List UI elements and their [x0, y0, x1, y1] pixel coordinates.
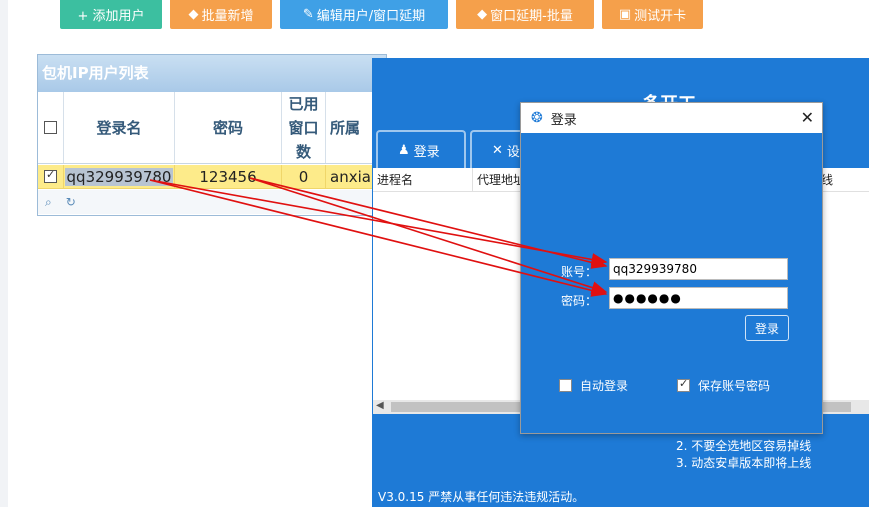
batch-add-label: 批量新增	[201, 9, 254, 24]
notes: 2. 不要全选地区容易掉线 3. 动态安卓版本即将上线	[676, 438, 811, 472]
refresh-icon[interactable]: ↻	[66, 195, 76, 209]
user-grid-panel: 包机IP用户列表 登录名 密码 已用窗口数 所属 qq329939780 123…	[37, 54, 387, 216]
grid-title: 包机IP用户列表	[38, 55, 386, 92]
auto-login-option[interactable]: 自动登录	[559, 377, 628, 394]
login-dialog: ❂ 登录 ✕ 账号： qq329939780 密码： ●●●●●● 登录 自动登…	[520, 102, 823, 434]
password-label: 密码：	[561, 294, 598, 308]
batch-add-button[interactable]: ◆ 批量新增	[170, 0, 272, 29]
header-used-label: 已用窗口数	[288, 94, 319, 161]
row-select-cell[interactable]	[38, 165, 64, 188]
grid-header: 登录名 密码 已用窗口数 所属	[38, 92, 386, 164]
password-field[interactable]: ●●●●●●	[609, 287, 788, 309]
cell-used: 0	[282, 165, 326, 188]
edit-user-label: 编辑用户/窗口延期	[316, 9, 426, 24]
file-icon: ▣	[618, 7, 632, 22]
tab-settings-label: 设	[506, 144, 520, 160]
add-user-button[interactable]: + 添加用户	[60, 0, 162, 29]
select-all-checkbox[interactable]	[44, 121, 57, 134]
save-password-label: 保存账号密码	[698, 379, 771, 393]
tab-login-label: 登录	[413, 144, 440, 160]
app-logo-icon: ❂	[531, 110, 543, 126]
tab-login[interactable]: ♟ 登录	[376, 130, 466, 168]
account-field[interactable]: qq329939780	[609, 258, 788, 280]
cell-login-text: qq329939780	[64, 167, 174, 186]
cell-login: qq329939780	[64, 165, 175, 188]
login-button[interactable]: 登录	[745, 315, 789, 341]
grid-footer: ⌕ ↻	[38, 190, 386, 214]
extend-batch-button[interactable]: ◆ 窗口延期-批量	[456, 0, 594, 29]
test-card-button[interactable]: ▣ 测试开卡	[602, 0, 703, 29]
close-icon[interactable]: ✕	[801, 108, 814, 127]
dialog-title: 登录	[550, 112, 577, 128]
header-login[interactable]: 登录名	[64, 92, 175, 163]
auto-login-checkbox[interactable]	[559, 379, 572, 392]
batch-icon: ◆	[477, 7, 488, 22]
select-all-cell[interactable]	[38, 92, 64, 163]
save-password-checkbox[interactable]	[677, 377, 690, 392]
toolbar: + 添加用户 ◆ 批量新增 ✎ 编辑用户/窗口延期 ◆ 窗口延期-批量 ▣ 测试开卡	[60, 0, 703, 29]
user-edit-icon: ✎	[302, 7, 314, 22]
user-icon: ♟	[398, 142, 410, 158]
note-3: 3. 动态安卓版本即将上线	[676, 456, 812, 470]
dialog-titlebar: ❂ 登录	[521, 103, 822, 133]
version-text: V3.0.15 严禁从事任何违法违规活动。	[378, 490, 585, 504]
header-used[interactable]: 已用窗口数	[282, 92, 326, 163]
row-checkbox[interactable]	[44, 168, 57, 183]
cell-password: 123456	[175, 165, 282, 188]
auto-login-label: 自动登录	[580, 379, 629, 393]
batch-icon: ◆	[188, 7, 199, 22]
account-label: 账号：	[561, 265, 598, 279]
scroll-left-icon[interactable]: ◀	[376, 400, 384, 411]
save-password-option[interactable]: 保存账号密码	[677, 377, 770, 394]
header-process-name[interactable]: 进程名	[373, 168, 473, 191]
search-icon[interactable]: ⌕	[45, 195, 52, 210]
page-left-gutter	[0, 0, 8, 507]
tools-icon: ✕	[492, 142, 503, 158]
note-2: 2. 不要全选地区容易掉线	[676, 439, 812, 453]
test-card-label: 测试开卡	[634, 9, 687, 24]
extend-batch-label: 窗口延期-批量	[490, 9, 573, 24]
edit-user-button[interactable]: ✎ 编辑用户/窗口延期	[280, 0, 448, 29]
header-password[interactable]: 密码	[175, 92, 282, 163]
table-row[interactable]: qq329939780 123456 0 anxia	[38, 165, 386, 189]
